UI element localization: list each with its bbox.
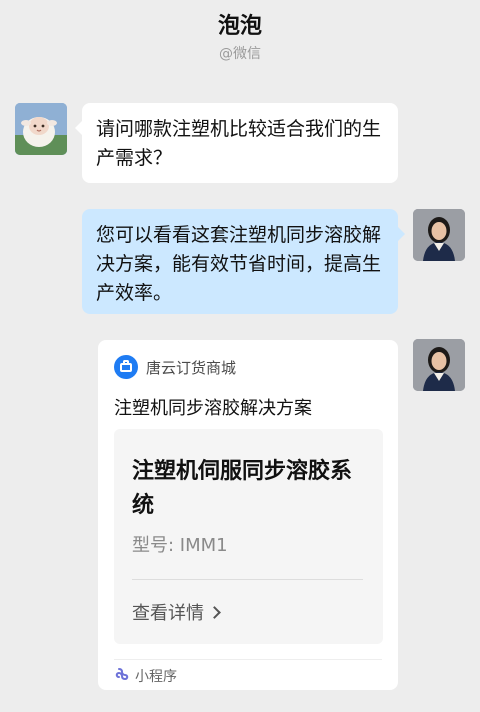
mini-program-footer-divider xyxy=(114,659,382,660)
view-details-label: 查看详情 xyxy=(132,603,204,624)
mini-program-preview[interactable]: 注塑机伺服同步溶胶系统 型号: IMM1 查看详情 xyxy=(114,429,383,644)
chevron-right-icon xyxy=(208,606,221,619)
incoming-message-bubble[interactable]: 请问哪款注塑机比较适合我们的生产需求？ xyxy=(75,103,398,183)
mini-program-card[interactable]: 唐云订货商城 注塑机同步溶胶解决方案 注塑机伺服同步溶胶系统 型号: IMM1 … xyxy=(98,340,398,690)
woman-avatar[interactable] xyxy=(413,339,465,391)
product-name: 注塑机伺服同步溶胶系统 xyxy=(132,459,353,518)
mini-program-label: 小程序 xyxy=(135,669,177,685)
woman-avatar-image xyxy=(413,339,465,391)
mini-program-title: 注塑机同步溶胶解决方案 xyxy=(114,398,312,419)
mini-program-app-name: 唐云订货商城 xyxy=(146,359,237,377)
mini-program-icon xyxy=(115,668,129,681)
lamb-avatar-image xyxy=(15,103,67,155)
view-details-link[interactable]: 查看详情 xyxy=(132,599,221,625)
chat-header: 泡泡 @微信 xyxy=(0,0,480,72)
woman-avatar[interactable] xyxy=(413,209,465,261)
lamb-avatar[interactable] xyxy=(15,103,67,155)
chat-title: 泡泡 xyxy=(217,14,262,39)
product-model: 型号: IMM1 xyxy=(132,535,228,556)
shopping-bag-icon xyxy=(114,355,138,379)
preview-divider xyxy=(132,579,363,580)
chat-subtitle: @微信 xyxy=(219,46,261,62)
outgoing-message-bubble[interactable]: 您可以看看这套注塑机同步溶胶解决方案，能有效节省时间，提高生产效率。 xyxy=(82,209,405,314)
woman-avatar-image xyxy=(413,209,465,261)
